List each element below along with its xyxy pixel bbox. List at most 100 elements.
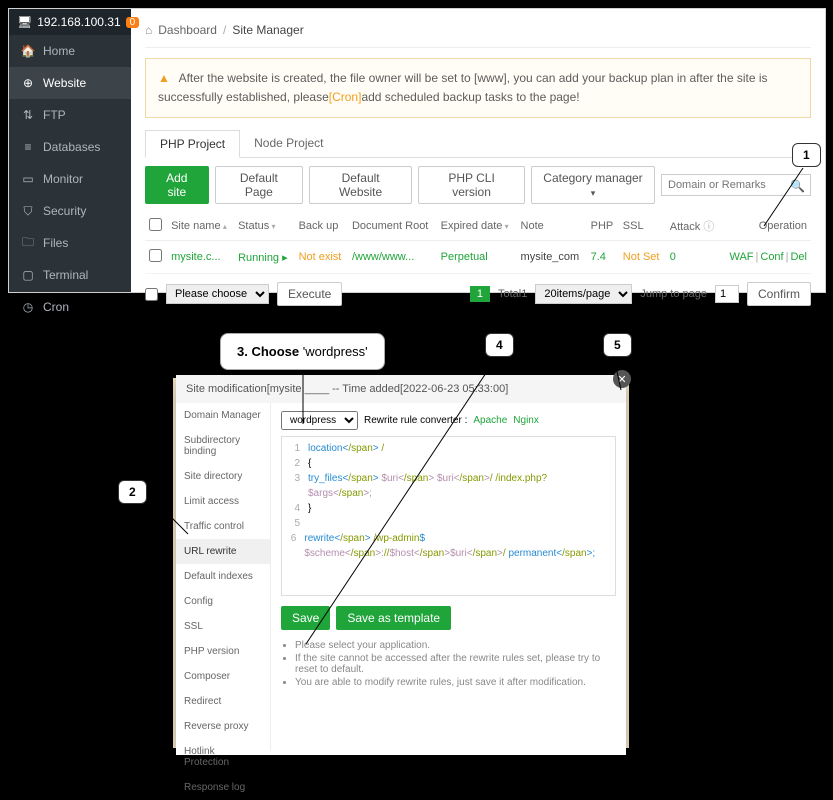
col-docroot: Document Root — [348, 212, 437, 241]
cron-link[interactable]: [Cron] — [329, 90, 362, 104]
batch-action-select[interactable]: Please choose — [166, 284, 269, 304]
modal-sidebar-item-hotlink-protection[interactable]: Hotlink Protection — [176, 739, 270, 775]
breadcrumb-dashboard[interactable]: Dashboard — [158, 23, 217, 37]
sidebar-item-cron[interactable]: ◷Cron — [9, 291, 131, 323]
col-backup: Back up — [295, 212, 348, 241]
sidebar-item-databases[interactable]: ≡Databases — [9, 131, 131, 163]
monitor-icon: 🖥 — [17, 15, 32, 29]
search-wrap: 🔍 — [661, 174, 811, 196]
col-site-name[interactable]: Site name — [171, 220, 227, 232]
modal-sidebar-item-composer[interactable]: Composer — [176, 664, 270, 689]
status-value[interactable]: Running ▸ — [238, 252, 288, 264]
row-checkbox[interactable] — [149, 249, 162, 262]
jump-label: Jump to page — [640, 288, 707, 300]
sidebar-item-files[interactable]: 🗀Files — [9, 227, 131, 259]
modal-sidebar-item-reverse-proxy[interactable]: Reverse proxy — [176, 714, 270, 739]
col-ssl: SSL — [619, 212, 666, 241]
help-icon[interactable]: ⓘ — [703, 221, 714, 233]
execute-button[interactable]: Execute — [277, 282, 342, 306]
site-name-link[interactable]: mysite.c... — [171, 251, 221, 263]
sidebar-item-home[interactable]: 🏠 Home — [9, 35, 131, 67]
modal-sidebar-item-default-indexes[interactable]: Default indexes — [176, 564, 270, 589]
sidebar-item-label: Home — [43, 44, 75, 58]
modal-sidebar-item-subdirectory-binding[interactable]: Subdirectory binding — [176, 428, 270, 464]
default-page-button[interactable]: Default Page — [215, 166, 304, 204]
save-as-template-button[interactable]: Save as template — [336, 606, 451, 630]
default-website-button[interactable]: Default Website — [309, 166, 412, 204]
table-footer: Please choose Execute 1 Total1 20items/p… — [145, 274, 811, 306]
category-manager-button[interactable]: Category manager — [531, 166, 655, 204]
col-status[interactable]: Status — [238, 220, 275, 232]
col-operation: Operation — [721, 212, 811, 241]
conf-link[interactable]: Conf — [760, 251, 783, 263]
ssl-value[interactable]: Not Set — [623, 251, 660, 263]
sidebar-item-terminal[interactable]: ▢Terminal — [9, 259, 131, 291]
callout-1: 1 — [792, 143, 821, 167]
sidebar-item-monitor[interactable]: ▭ Monitor — [9, 163, 131, 195]
sidebar-item-label: Monitor — [43, 172, 83, 186]
sidebar-item-label: Files — [43, 236, 68, 250]
confirm-button[interactable]: Confirm — [747, 282, 811, 306]
modal-sidebar-item-traffic-control[interactable]: Traffic control — [176, 514, 270, 539]
modal-sidebar-item-response-log[interactable]: Response log — [176, 775, 270, 800]
waf-link[interactable]: WAF — [729, 251, 753, 263]
table-row: mysite.c... Running ▸ Not exist /www/www… — [145, 241, 811, 274]
php-value[interactable]: 7.4 — [591, 251, 606, 263]
converter-label: Rewrite rule converter : — [364, 415, 467, 426]
main-panel: 🖥 192.168.100.31 0 🏠 Home ⊕Website⇅FTP≡Dat… — [8, 8, 826, 293]
tab-node-project[interactable]: Node Project — [240, 130, 337, 157]
docroot-value[interactable]: /www/www... — [352, 251, 414, 263]
sidebar-item-label: Databases — [43, 140, 100, 154]
col-expired[interactable]: Expired date — [441, 220, 509, 232]
search-input[interactable] — [661, 174, 811, 196]
ftp-icon: ⇅ — [21, 108, 35, 122]
terminal-icon: ▢ — [21, 268, 35, 282]
items-per-page-select[interactable]: 20items/page — [535, 284, 632, 304]
search-icon[interactable]: 🔍 — [790, 179, 805, 193]
modal-sidebar-item-ssl[interactable]: SSL — [176, 614, 270, 639]
modal-content: wordpress Rewrite rule converter : Apach… — [271, 403, 626, 751]
project-tabs: PHP Project Node Project — [145, 130, 811, 158]
backup-value[interactable]: Not exist — [299, 251, 342, 263]
home-icon: 🏠 — [21, 44, 35, 58]
alert-text-after: add scheduled backup tasks to the page! — [361, 90, 579, 104]
jump-page-input[interactable] — [715, 285, 739, 303]
rewrite-template-select[interactable]: wordpress — [281, 411, 358, 430]
callout-3: 3. Choose 'wordpress' — [220, 333, 385, 370]
total-count: Total1 — [498, 288, 527, 300]
note-value: mysite_com — [517, 241, 587, 274]
modal-close-button[interactable]: ✕ — [613, 370, 631, 388]
del-link[interactable]: Del — [790, 251, 807, 263]
modal-sidebar-item-redirect[interactable]: Redirect — [176, 689, 270, 714]
modal-sidebar-item-site-directory[interactable]: Site directory — [176, 464, 270, 489]
php-cli-version-button[interactable]: PHP CLI version — [418, 166, 525, 204]
sidebar-item-ftp[interactable]: ⇅FTP — [9, 99, 131, 131]
tab-php-project[interactable]: PHP Project — [145, 130, 240, 158]
hint-item: Please select your application. — [295, 640, 616, 651]
add-site-button[interactable]: Add site — [145, 166, 209, 204]
select-all-checkbox[interactable] — [149, 218, 162, 231]
save-button[interactable]: Save — [281, 606, 330, 630]
sidebar-item-label: Security — [43, 204, 86, 218]
col-php: PHP — [587, 212, 619, 241]
modal-sidebar-item-config[interactable]: Config — [176, 589, 270, 614]
expired-value[interactable]: Perpetual — [441, 251, 488, 263]
apache-link[interactable]: Apache — [473, 415, 507, 426]
col-attack: Attack — [670, 221, 701, 233]
ip-address: 192.168.100.31 — [37, 15, 120, 29]
monitor-icon: ▭ — [21, 172, 35, 186]
page-number[interactable]: 1 — [470, 286, 490, 302]
sidebar-item-website[interactable]: ⊕Website — [9, 67, 131, 99]
attack-value[interactable]: 0 — [670, 251, 676, 263]
rewrite-code-editor[interactable]: 1location</span> /2{3 try_files</span> $… — [281, 436, 616, 596]
modal-sidebar-item-limit-access[interactable]: Limit access — [176, 489, 270, 514]
modal-sidebar-item-domain-manager[interactable]: Domain Manager — [176, 403, 270, 428]
modal-sidebar-item-url-rewrite[interactable]: URL rewrite — [176, 539, 270, 564]
sidebar-item-label: Cron — [43, 300, 69, 314]
modal-sidebar-item-php-version[interactable]: PHP version — [176, 639, 270, 664]
site-modification-modal: Site modification[mysite.____ -- Time ad… — [176, 375, 626, 755]
sidebar-item-security[interactable]: ⛉Security — [9, 195, 131, 227]
home-icon[interactable]: ⌂ — [145, 23, 152, 37]
footer-checkbox[interactable] — [145, 288, 158, 301]
nginx-link[interactable]: Nginx — [513, 415, 539, 426]
